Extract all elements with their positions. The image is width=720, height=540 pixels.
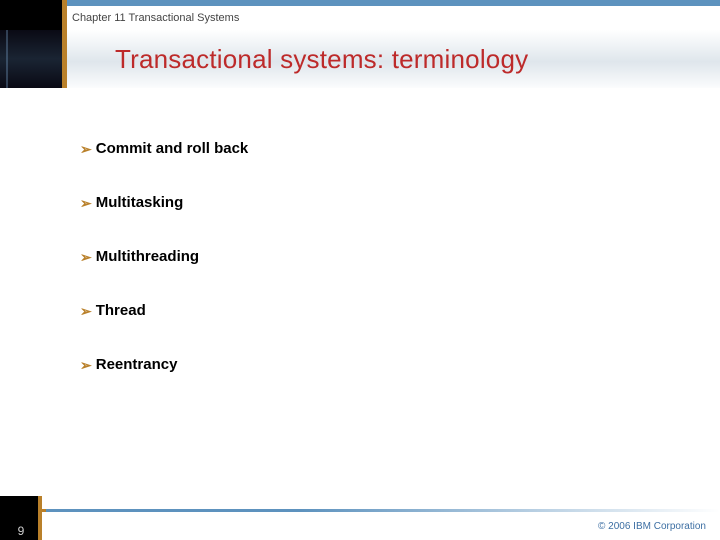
chevron-icon: ➢ [80, 140, 92, 158]
chevron-icon: ➢ [80, 302, 92, 320]
list-item: ➢ Commit and roll back [80, 140, 680, 158]
list-item: ➢ Reentrancy [80, 356, 680, 374]
bullet-label: Thread [96, 302, 146, 319]
chevron-icon: ➢ [80, 248, 92, 266]
chapter-label: Chapter 11 Transactional Systems [72, 12, 239, 24]
chapter-accent [0, 6, 67, 30]
bullet-label: Reentrancy [96, 356, 178, 373]
list-item: ➢ Thread [80, 302, 680, 320]
heading-accent [0, 30, 67, 88]
list-item: ➢ Multitasking [80, 194, 680, 212]
page-title: Transactional systems: terminology [115, 44, 528, 75]
heading-band: Transactional systems: terminology [0, 30, 720, 88]
footer-divider [0, 509, 720, 512]
chevron-icon: ➢ [80, 356, 92, 374]
bullet-label: Multitasking [96, 194, 184, 211]
page-number: 9 [0, 524, 42, 538]
list-item: ➢ Multithreading [80, 248, 680, 266]
content-body: ➢ Commit and roll back ➢ Multitasking ➢ … [80, 140, 680, 410]
slide: Chapter 11 Transactional Systems Transac… [0, 0, 720, 540]
bullet-label: Commit and roll back [96, 140, 249, 157]
chapter-bar: Chapter 11 Transactional Systems [0, 6, 720, 30]
bullet-label: Multithreading [96, 248, 199, 265]
chevron-icon: ➢ [80, 194, 92, 212]
copyright: © 2006 IBM Corporation [598, 521, 706, 532]
